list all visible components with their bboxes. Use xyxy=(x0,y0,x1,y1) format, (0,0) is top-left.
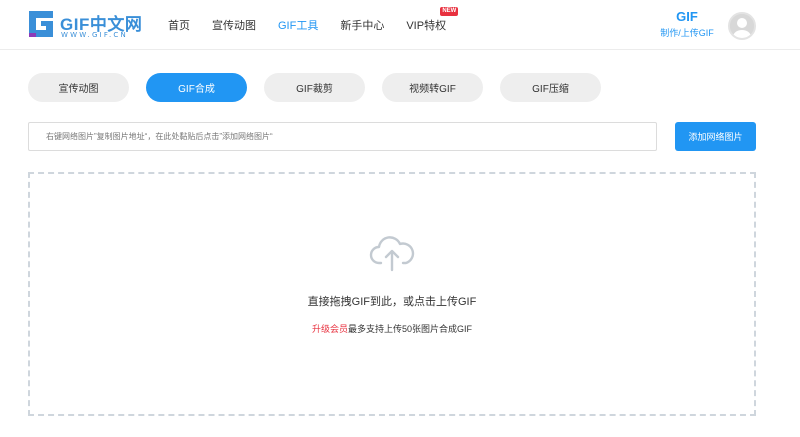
gif-link-title: GIF xyxy=(676,9,698,24)
new-badge: NEW xyxy=(440,7,459,16)
nav-item-beginner-center[interactable]: 新手中心 xyxy=(340,17,384,33)
tab-promo-gif[interactable]: 宣传动图 xyxy=(28,73,129,102)
main-nav: 首页 宣传动图 GIF工具 新手中心 VIP特权 NEW xyxy=(168,0,468,50)
tab-video-to-gif[interactable]: 视频转GIF xyxy=(382,73,483,102)
tab-gif-crop[interactable]: GIF裁剪 xyxy=(264,73,365,102)
nav-item-gif-tools[interactable]: GIF工具 xyxy=(278,17,318,33)
top-header: GIF中文网 WWW.GIF.CN 首页 宣传动图 GIF工具 新手中心 VIP… xyxy=(0,0,800,50)
tool-tabs: 宣传动图 GIF合成 GIF裁剪 视频转GIF GIF压缩 xyxy=(28,73,618,102)
nav-item-vip-label: VIP特权 xyxy=(406,20,447,32)
add-web-image-button[interactable]: 添加网络图片 xyxy=(675,122,756,151)
image-url-input[interactable] xyxy=(28,122,657,151)
tab-gif-compress[interactable]: GIF压缩 xyxy=(500,73,601,102)
dropzone-hint: 升级会员最多支持上传50张图片合成GIF xyxy=(30,322,754,335)
cloud-upload-icon xyxy=(369,236,415,272)
site-logo[interactable]: GIF中文网 WWW.GIF.CN xyxy=(27,9,157,43)
avatar[interactable] xyxy=(728,12,756,40)
dropzone-title: 直接拖拽GIF到此，或点击上传GIF xyxy=(307,296,477,308)
upload-dropzone[interactable]: 直接拖拽GIF到此，或点击上传GIF 升级会员最多支持上传50张图片合成GIF xyxy=(28,172,756,416)
logo-subtext: WWW.GIF.CN xyxy=(61,31,128,39)
upgrade-member-link[interactable]: 升级会员 xyxy=(312,324,348,334)
nav-item-vip[interactable]: VIP特权 NEW xyxy=(406,7,459,33)
make-upload-gif-link[interactable]: GIF 制作/上传GIF xyxy=(655,9,719,39)
dropzone-hint-text: 最多支持上传50张图片合成GIF xyxy=(348,324,473,334)
gif-link-subtitle: 制作/上传GIF xyxy=(660,28,714,38)
nav-item-promo-gif[interactable]: 宣传动图 xyxy=(212,17,256,33)
avatar-user-icon xyxy=(730,14,754,38)
nav-item-home[interactable]: 首页 xyxy=(168,17,190,33)
tab-gif-compose[interactable]: GIF合成 xyxy=(146,73,247,102)
logo-g-icon xyxy=(29,11,53,37)
